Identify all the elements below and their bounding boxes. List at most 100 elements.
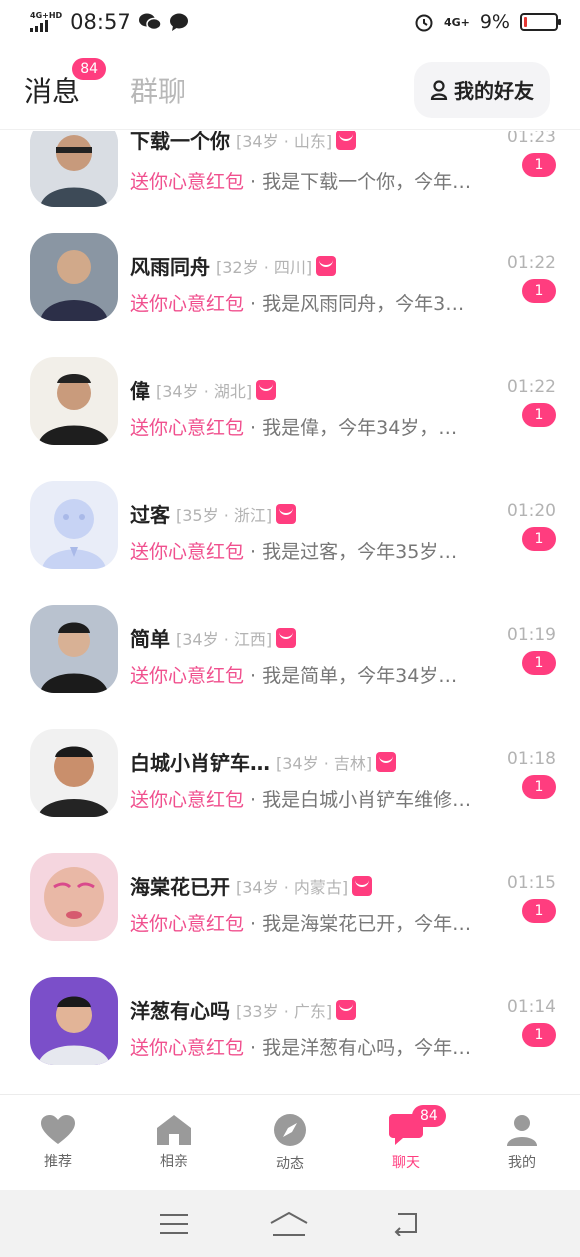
avatar xyxy=(30,357,118,445)
conversation-item[interactable]: 过客 [35岁 · 浙江] 送你心意红包 · 我是过客，今年35岁… 01:20… xyxy=(0,481,580,605)
message-preview: 送你心意红包 · 我是过客，今年35岁… xyxy=(130,537,510,564)
message-text: · 我是海棠花已开，今年… xyxy=(244,913,472,935)
contact-meta: [34岁 · 湖北] xyxy=(156,381,253,401)
nav-recommend-label: 推荐 xyxy=(44,1153,72,1170)
contact-name: 偉 xyxy=(130,379,150,403)
tab-messages[interactable]: 消息 84 xyxy=(24,57,107,110)
bottom-nav: 推荐 相亲 动态 84 聊天 我的 xyxy=(0,1094,580,1190)
my-friends-label: 我的好友 xyxy=(454,79,534,103)
red-packet-icon xyxy=(316,255,337,276)
message-time: 01:22 xyxy=(507,377,556,397)
nav-chat[interactable]: 84 聊天 xyxy=(348,1095,464,1190)
status-time: 08:57 xyxy=(70,10,131,34)
message-preview: 送你心意红包 · 我是洋葱有心吗，今年… xyxy=(130,1033,510,1060)
avatar xyxy=(30,729,118,817)
battery-icon xyxy=(520,13,561,31)
avatar xyxy=(30,131,118,207)
unread-badge: 1 xyxy=(522,279,556,303)
red-packet-icon xyxy=(276,503,297,524)
red-packet-icon xyxy=(352,875,373,896)
contact-meta: [35岁 · 浙江] xyxy=(176,505,273,525)
gift-label: 送你心意红包 xyxy=(130,913,245,935)
back-icon[interactable] xyxy=(390,1212,420,1236)
home-icon xyxy=(157,1114,191,1145)
my-friends-button[interactable]: 我的好友 xyxy=(414,61,550,118)
alarm-icon xyxy=(415,14,433,32)
gift-label: 送你心意红包 xyxy=(130,665,245,687)
nav-moments[interactable]: 动态 xyxy=(232,1095,348,1190)
contact-meta: [34岁 · 山东] xyxy=(236,131,333,151)
network-indicator: 4G+HD xyxy=(30,12,62,32)
conversation-item[interactable]: 白城小肖铲车… [34岁 · 吉林] 送你心意红包 · 我是白城小肖铲车维修… … xyxy=(0,729,580,853)
message-icon xyxy=(169,13,188,31)
person-icon xyxy=(430,79,448,100)
gift-label: 送你心意红包 xyxy=(130,1037,245,1059)
message-preview: 送你心意红包 · 我是白城小肖铲车维修… xyxy=(130,785,510,812)
conversation-item[interactable]: 洋葱有心吗 [33岁 · 广东] 送你心意红包 · 我是洋葱有心吗，今年… 01… xyxy=(0,977,580,1094)
compass-icon xyxy=(274,1113,306,1146)
avatar xyxy=(30,481,118,569)
contact-meta: [33岁 · 广东] xyxy=(236,1001,333,1021)
contact-name: 过客 xyxy=(130,503,170,527)
network-type: 4G+ xyxy=(443,15,470,29)
message-text: · 我是风雨同舟，今年3… xyxy=(244,293,465,315)
conversation-item[interactable]: 偉 [34岁 · 湖北] 送你心意红包 · 我是偉，今年34岁，… 01:22 … xyxy=(0,357,580,481)
message-text: · 我是洋葱有心吗，今年… xyxy=(244,1037,472,1059)
contact-name: 风雨同舟 xyxy=(130,255,210,279)
avatar xyxy=(30,977,118,1065)
message-text: · 我是简单，今年34岁… xyxy=(244,665,458,687)
tab-group-chat[interactable]: 群聊 xyxy=(130,70,186,110)
contact-meta: [34岁 · 内蒙古] xyxy=(236,877,349,897)
contact-meta: [34岁 · 江西] xyxy=(176,629,273,649)
contact-meta: [32岁 · 四川] xyxy=(216,257,313,277)
message-time: 01:19 xyxy=(507,625,556,645)
message-text: · 我是过客，今年35岁… xyxy=(244,541,458,563)
gift-label: 送你心意红包 xyxy=(130,293,245,315)
message-text: · 我是偉，今年34岁，… xyxy=(244,417,458,439)
gift-label: 送你心意红包 xyxy=(130,789,245,811)
message-time: 01:15 xyxy=(507,873,556,893)
nav-profile[interactable]: 我的 xyxy=(464,1095,580,1190)
home-button-icon[interactable] xyxy=(269,1211,309,1237)
header: 消息 84 群聊 我的好友 xyxy=(0,50,580,130)
conversation-item[interactable]: 海棠花已开 [34岁 · 内蒙古] 送你心意红包 · 我是海棠花已开，今年… 0… xyxy=(0,853,580,977)
message-time: 01:20 xyxy=(507,501,556,521)
gift-label: 送你心意红包 xyxy=(130,541,245,563)
heart-icon xyxy=(41,1114,75,1144)
nav-matchmaking[interactable]: 相亲 xyxy=(116,1095,232,1190)
unread-badge: 1 xyxy=(522,403,556,427)
messages-badge: 84 xyxy=(72,57,107,80)
gift-label: 送你心意红包 xyxy=(130,171,245,193)
unread-badge: 1 xyxy=(522,1023,556,1047)
avatar xyxy=(30,233,118,321)
nav-profile-label: 我的 xyxy=(508,1154,536,1171)
conversation-item[interactable]: 简单 [34岁 · 江西] 送你心意红包 · 我是简单，今年34岁… 01:19… xyxy=(0,605,580,729)
wechat-icon xyxy=(138,13,161,31)
conversation-item[interactable]: 下载一个你 [34岁 · 山东] 送你心意红包 · 我是下载一个你，今年… 01… xyxy=(0,131,580,243)
unread-badge: 1 xyxy=(522,775,556,799)
tab-messages-label: 消息 xyxy=(24,74,81,108)
unread-badge: 1 xyxy=(522,899,556,923)
battery-percent: 9% xyxy=(479,11,510,33)
contact-name: 简单 xyxy=(130,627,170,651)
unread-badge: 1 xyxy=(522,651,556,675)
menu-icon[interactable] xyxy=(160,1213,189,1235)
message-text: · 我是白城小肖铲车维修… xyxy=(244,789,472,811)
message-preview: 送你心意红包 · 我是简单，今年34岁… xyxy=(130,661,510,688)
red-packet-icon xyxy=(336,999,357,1020)
contact-name: 海棠花已开 xyxy=(130,875,230,899)
message-preview: 送你心意红包 · 我是偉，今年34岁，… xyxy=(130,413,510,440)
red-packet-icon xyxy=(336,131,357,150)
message-time: 01:18 xyxy=(507,749,556,769)
message-time: 01:23 xyxy=(507,131,556,147)
unread-badge: 1 xyxy=(522,527,556,551)
nav-matchmaking-label: 相亲 xyxy=(160,1153,188,1170)
red-packet-icon xyxy=(376,751,397,772)
message-preview: 送你心意红包 · 我是海棠花已开，今年… xyxy=(130,909,510,936)
nav-moments-label: 动态 xyxy=(276,1155,304,1172)
red-packet-icon xyxy=(256,379,277,400)
conversation-list[interactable]: 下载一个你 [34岁 · 山东] 送你心意红包 · 我是下载一个你，今年… 01… xyxy=(0,131,580,1094)
nav-recommend[interactable]: 推荐 xyxy=(0,1095,116,1190)
avatar xyxy=(30,605,118,693)
conversation-item[interactable]: 风雨同舟 [32岁 · 四川] 送你心意红包 · 我是风雨同舟，今年3… 01:… xyxy=(0,233,580,357)
